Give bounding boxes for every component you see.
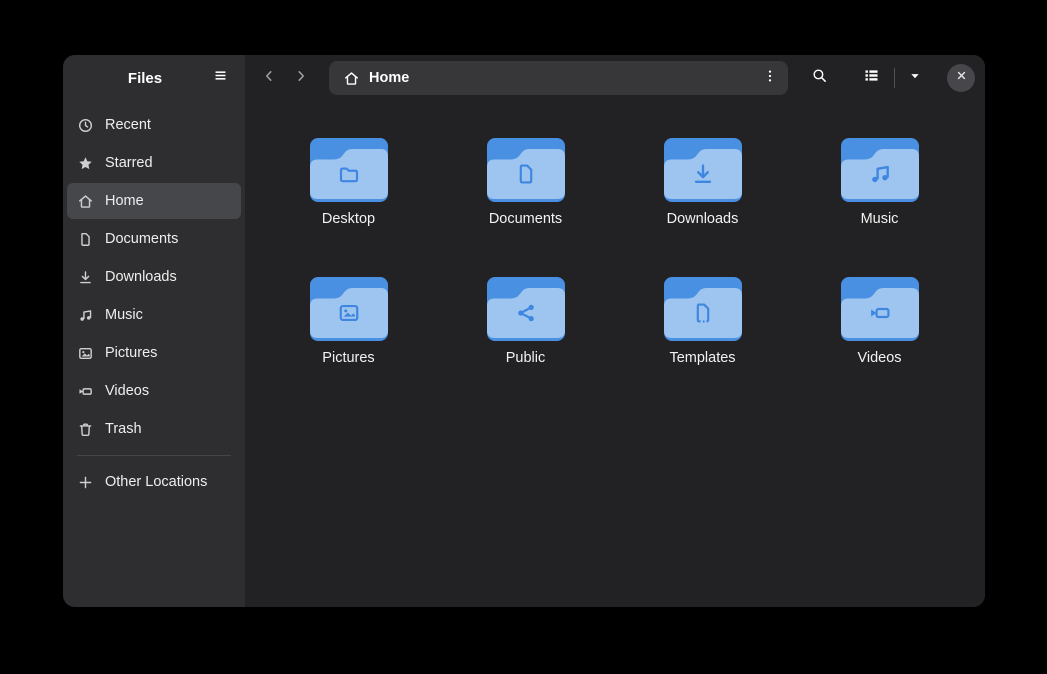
folder-name-label: Videos (857, 350, 901, 366)
back-button[interactable] (253, 62, 285, 94)
home-icon (343, 70, 360, 87)
list-view-icon (863, 67, 880, 89)
sidebar: Files Recent Starred Home Documents Down… (63, 55, 245, 607)
sidebar-item-trash[interactable]: Trash (67, 411, 241, 447)
sidebar-item-home[interactable]: Home (67, 183, 241, 219)
sidebar-item-label: Videos (105, 383, 149, 399)
folder-item-documents[interactable]: Documents (437, 137, 614, 276)
folder-name-label: Documents (489, 211, 562, 227)
sidebar-item-downloads[interactable]: Downloads (67, 259, 241, 295)
sidebar-item-recent[interactable]: Recent (67, 107, 241, 143)
hamburger-icon (212, 67, 229, 89)
folder-icon (486, 276, 566, 342)
current-location-label: Home (369, 70, 754, 86)
sidebar-item-documents[interactable]: Documents (67, 221, 241, 257)
folder-icon (663, 137, 743, 203)
window-close-button[interactable] (947, 64, 975, 92)
sidebar-item-videos[interactable]: Videos (67, 373, 241, 409)
music-icon (77, 307, 94, 324)
sidebar-item-pictures[interactable]: Pictures (67, 335, 241, 371)
video-icon (77, 383, 94, 400)
folder-icon (486, 137, 566, 203)
clock-icon (77, 117, 94, 134)
search-icon (811, 67, 828, 89)
sidebar-item-label: Starred (105, 155, 153, 171)
star-icon (77, 155, 94, 172)
sidebar-item-label: Recent (105, 117, 151, 133)
folder-item-templates[interactable]: Templates (614, 276, 791, 415)
folder-item-music[interactable]: Music (791, 137, 968, 276)
sidebar-header: Files (63, 55, 245, 101)
view-switcher-separator (894, 68, 895, 88)
main-pane: Home (245, 55, 985, 607)
sidebar-item-label: Music (105, 307, 143, 323)
header-bar: Home (245, 55, 985, 101)
ellipsis-icon (762, 68, 778, 89)
sidebar-item-label: Downloads (105, 269, 177, 285)
chevron-right-icon (293, 68, 309, 89)
folder-grid: Desktop Documents Downloads Music (260, 137, 985, 415)
sidebar-places-list: Recent Starred Home Documents Downloads … (63, 101, 245, 502)
location-menu-button[interactable] (754, 63, 786, 93)
view-switcher (854, 62, 929, 94)
folder-name-label: Templates (669, 350, 735, 366)
chevron-left-icon (261, 68, 277, 89)
trash-icon (77, 421, 94, 438)
sidebar-item-starred[interactable]: Starred (67, 145, 241, 181)
document-icon (77, 231, 94, 248)
download-icon (77, 269, 94, 286)
list-view-button[interactable] (854, 62, 888, 94)
folder-icon (663, 276, 743, 342)
sidebar-item-label: Documents (105, 231, 178, 247)
folder-item-downloads[interactable]: Downloads (614, 137, 791, 276)
files-window: Files Recent Starred Home Documents Down… (63, 55, 985, 607)
sidebar-item-label: Home (105, 193, 144, 209)
folder-view: Desktop Documents Downloads Music (245, 101, 985, 607)
folder-item-pictures[interactable]: Pictures (260, 276, 437, 415)
folder-name-label: Downloads (667, 211, 739, 227)
sidebar-item-label: Other Locations (105, 474, 207, 490)
folder-item-desktop[interactable]: Desktop (260, 137, 437, 276)
main-menu-button[interactable] (203, 62, 237, 94)
folder-icon (840, 276, 920, 342)
path-bar[interactable]: Home (329, 61, 788, 95)
sidebar-item-music[interactable]: Music (67, 297, 241, 333)
folder-item-videos[interactable]: Videos (791, 276, 968, 415)
home-icon (77, 193, 94, 210)
forward-button[interactable] (285, 62, 317, 94)
sidebar-divider (77, 455, 231, 456)
search-button[interactable] (802, 62, 836, 94)
view-options-dropdown-button[interactable] (901, 62, 929, 94)
folder-item-public[interactable]: Public (437, 276, 614, 415)
sidebar-item-label: Pictures (105, 345, 157, 361)
desktop-background: Files Recent Starred Home Documents Down… (0, 0, 1047, 674)
close-icon (955, 69, 968, 87)
folder-name-label: Music (861, 211, 899, 227)
folder-icon (840, 137, 920, 203)
caret-down-icon (907, 68, 923, 89)
folder-name-label: Desktop (322, 211, 375, 227)
folder-icon (309, 137, 389, 203)
folder-name-label: Public (506, 350, 546, 366)
plus-icon (77, 474, 94, 491)
picture-icon (77, 345, 94, 362)
sidebar-item-other-locations[interactable]: Other Locations (67, 464, 241, 500)
app-title: Files (63, 70, 203, 87)
folder-name-label: Pictures (322, 350, 374, 366)
folder-icon (309, 276, 389, 342)
sidebar-item-label: Trash (105, 421, 142, 437)
